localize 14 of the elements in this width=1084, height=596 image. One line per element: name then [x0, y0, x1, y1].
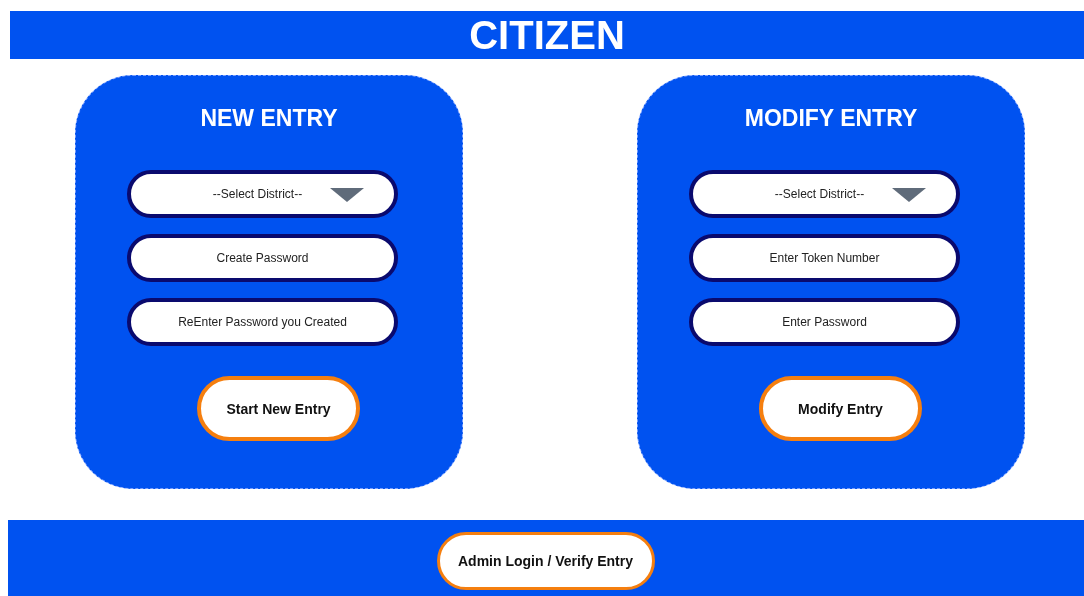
card-title: MODIFY ENTRY — [744, 104, 918, 132]
submit-button[interactable]: Modify Entry — [759, 376, 922, 441]
input-field[interactable]: Enter Token Number — [689, 234, 960, 282]
input-field[interactable]: Enter Password — [689, 298, 960, 346]
admin-login-button[interactable]: Admin Login / Verify Entry — [436, 532, 655, 590]
input-field[interactable]: Create Password — [127, 234, 398, 282]
caret-icon — [892, 188, 926, 202]
input-field[interactable]: ReEnter Password you Created — [127, 298, 398, 346]
district-dropdown[interactable]: --Select District-- — [127, 170, 398, 218]
submit-button[interactable]: Start New Entry — [197, 376, 360, 441]
district-dropdown[interactable]: --Select District-- — [689, 170, 960, 218]
page-title: CITIZEN — [469, 12, 625, 59]
caret-icon — [330, 188, 364, 202]
card-title: NEW ENTRY — [200, 104, 338, 132]
